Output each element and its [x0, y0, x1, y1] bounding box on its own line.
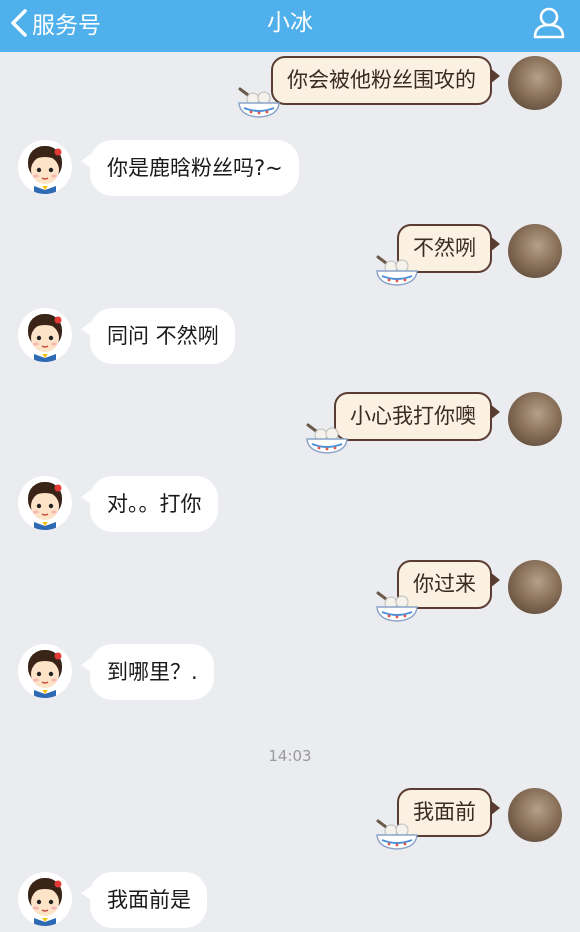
girl-avatar-icon: [28, 878, 62, 926]
user-avatar[interactable]: [508, 224, 562, 278]
girl-avatar-icon: [28, 482, 62, 530]
xiaobing-avatar[interactable]: [18, 476, 72, 530]
user-message-bubble[interactable]: 你会被他粉丝围攻的: [271, 56, 500, 105]
profile-button[interactable]: [532, 5, 566, 43]
bot-message-bubble[interactable]: 到哪里？.: [81, 644, 214, 700]
bot-message-bubble[interactable]: 同问 不然咧: [81, 308, 235, 364]
back-label: 服务号: [32, 13, 101, 39]
user-avatar[interactable]: [508, 392, 562, 446]
bot-message-bubble[interactable]: 我面前是: [81, 872, 207, 928]
xiaobing-avatar[interactable]: [18, 872, 72, 926]
bot-message-bubble[interactable]: 你是鹿晗粉丝吗?~: [81, 140, 299, 196]
person-icon: [533, 7, 565, 39]
user-avatar[interactable]: [508, 560, 562, 614]
user-message-bubble[interactable]: 小心我打你噢: [334, 392, 500, 441]
girl-avatar-icon: [28, 146, 62, 194]
girl-avatar-icon: [28, 314, 62, 362]
girl-avatar-icon: [28, 650, 62, 698]
user-avatar[interactable]: [508, 788, 562, 842]
chat-area[interactable]: 你会被他粉丝围攻的 你是鹿晗粉丝吗?~ 不然咧 同问 不然咧 小心我打你噢 对。…: [0, 52, 580, 932]
chevron-left-icon: [11, 9, 27, 37]
back-button[interactable]: 服务号: [8, 0, 101, 46]
user-avatar[interactable]: [508, 56, 562, 110]
xiaobing-avatar[interactable]: [18, 308, 72, 362]
user-message-bubble[interactable]: 不然咧: [397, 224, 500, 273]
bot-message-bubble[interactable]: 对。。打你: [81, 476, 218, 532]
user-message-bubble[interactable]: 你过来: [397, 560, 500, 609]
navigation-bar: 服务号 小冰: [0, 0, 580, 52]
xiaobing-avatar[interactable]: [18, 644, 72, 698]
xiaobing-avatar[interactable]: [18, 140, 72, 194]
message-timestamp: 14:03: [268, 747, 312, 765]
user-message-bubble[interactable]: 我面前: [397, 788, 500, 837]
